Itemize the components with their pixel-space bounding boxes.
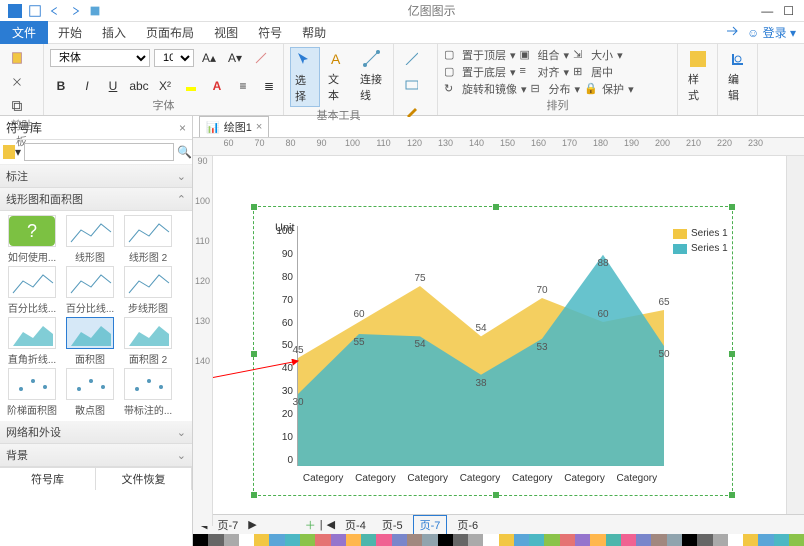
- size-icon[interactable]: ⇲: [573, 48, 587, 62]
- gallery-thumb[interactable]: 直角折线...: [4, 317, 60, 366]
- paste-icon[interactable]: [6, 47, 28, 69]
- gallery-thumb[interactable]: 百分比线...: [4, 266, 60, 315]
- style-button[interactable]: 样式: [684, 47, 712, 105]
- font-color-button[interactable]: A: [206, 75, 228, 97]
- strike-button[interactable]: abc: [128, 75, 150, 97]
- chart-legend: Series 1 Series 1: [673, 228, 800, 258]
- ribbon: 剪贴板 宋体 10 A▴ A▾ B I U abc X² A ≡ ≣ 字体: [0, 44, 804, 116]
- menu-tab-help[interactable]: 帮助: [292, 21, 336, 44]
- protect-icon[interactable]: 🔒: [584, 82, 598, 96]
- clear-format-icon[interactable]: [250, 47, 272, 69]
- align-button[interactable]: ≣: [258, 75, 280, 97]
- symbol-library-panel: 符号库 × ▾ 🔍 标注⌄ 线形图和面积图⌃ ?如何使用...线形图线形图 2百…: [0, 116, 193, 546]
- canvas[interactable]: Unit 0102030405060708090100 456075547060…: [213, 156, 804, 514]
- line-tool-icon[interactable]: [400, 47, 422, 69]
- increase-font-icon[interactable]: A▴: [198, 47, 220, 69]
- sidebar-title: 符号库: [6, 119, 42, 136]
- doc-icon: 📊: [206, 121, 220, 134]
- share-icon[interactable]: [725, 24, 739, 41]
- gallery-thumb[interactable]: 散点图: [62, 368, 118, 417]
- bullets-button[interactable]: ≡: [232, 75, 254, 97]
- arrange-group-label: 排列: [444, 97, 671, 113]
- rotate-icon[interactable]: ↻: [444, 82, 458, 96]
- page-nav-first[interactable]: ◀: [327, 518, 335, 531]
- section-network[interactable]: 网络和外设⌄: [0, 421, 192, 444]
- menu-tab-view[interactable]: 视图: [204, 21, 248, 44]
- menu-tab-start[interactable]: 开始: [48, 21, 92, 44]
- color-strip[interactable]: [193, 534, 804, 546]
- gallery-thumb[interactable]: 带标注的...: [120, 368, 176, 417]
- right-toolstrip[interactable]: [786, 156, 804, 514]
- login-button[interactable]: ☺ 登录 ▾: [747, 24, 796, 41]
- shape-tool-icon[interactable]: [400, 73, 422, 95]
- center-icon[interactable]: ⊞: [573, 65, 587, 79]
- section-background[interactable]: 背景⌄: [0, 444, 192, 467]
- app-title: 亿图图示: [102, 2, 761, 19]
- font-group-label: 字体: [50, 97, 277, 113]
- qat-more-icon[interactable]: [88, 4, 102, 18]
- edit-button[interactable]: 编辑: [724, 47, 752, 105]
- ruler-vertical: 90100110120130140: [193, 156, 213, 526]
- svg-text:A: A: [331, 51, 341, 67]
- underline-button[interactable]: U: [102, 75, 124, 97]
- send-back-icon[interactable]: ▢: [444, 65, 458, 79]
- gallery-thumb[interactable]: ?如何使用...: [4, 215, 60, 264]
- search-input[interactable]: [24, 143, 174, 161]
- highlight-button[interactable]: [180, 75, 202, 97]
- save-icon[interactable]: [28, 4, 42, 18]
- title-bar: 亿图图示 — ☐: [0, 0, 804, 22]
- align-icon[interactable]: ≡: [520, 65, 534, 79]
- gallery-thumb[interactable]: 阶梯面积图: [4, 368, 60, 417]
- undo-icon[interactable]: [48, 4, 62, 18]
- ruler-horizontal: 6070809010011012013014015016017018019020…: [193, 138, 804, 156]
- decrease-font-icon[interactable]: A▾: [224, 47, 246, 69]
- add-page-icon[interactable]: ＋: [305, 517, 316, 533]
- select-tool[interactable]: 选择: [290, 47, 320, 107]
- close-tab-icon[interactable]: ×: [256, 121, 262, 133]
- page-tabs: ◀ 页-7 ▶ ＋ | ◀ 页-4 页-5 页-7 页-6: [193, 514, 804, 534]
- area-chart[interactable]: Unit 0102030405060708090100 456075547060…: [263, 226, 663, 466]
- menu-tab-symbol[interactable]: 符号: [248, 21, 292, 44]
- page-nav-next[interactable]: ▶: [248, 518, 256, 531]
- gallery-thumb[interactable]: 线形图 2: [120, 215, 176, 264]
- app-icon: [8, 4, 22, 18]
- cut-icon[interactable]: [6, 71, 28, 93]
- section-callouts[interactable]: 标注⌄: [0, 165, 192, 188]
- font-family-select[interactable]: 宋体: [50, 49, 150, 67]
- maximize-icon[interactable]: ☐: [783, 4, 794, 18]
- library-dropdown-icon[interactable]: ▾: [3, 143, 21, 161]
- bring-front-icon[interactable]: ▢: [444, 48, 458, 62]
- menu-tab-insert[interactable]: 插入: [92, 21, 136, 44]
- bottom-tab-library[interactable]: 符号库: [0, 468, 96, 490]
- gallery-thumb[interactable]: 面积图 2: [120, 317, 176, 366]
- font-size-select[interactable]: 10: [154, 49, 194, 67]
- connector-tool[interactable]: 连接线: [356, 47, 387, 105]
- redo-icon[interactable]: [68, 4, 82, 18]
- chart-ylabel: Unit: [275, 222, 295, 234]
- sidebar-close-icon[interactable]: ×: [179, 121, 186, 135]
- menu-tab-layout[interactable]: 页面布局: [136, 21, 204, 44]
- bold-button[interactable]: B: [50, 75, 72, 97]
- minimize-icon[interactable]: —: [761, 4, 773, 18]
- gallery-thumb[interactable]: 步线形图: [120, 266, 176, 315]
- annotation-arrow: [213, 356, 303, 396]
- distribute-icon[interactable]: ⊟: [531, 82, 545, 96]
- italic-button[interactable]: I: [76, 75, 98, 97]
- document-tab[interactable]: 📊 绘图1 ×: [199, 116, 269, 137]
- copy-icon[interactable]: [6, 95, 28, 117]
- menu-bar: 文件 开始 插入 页面布局 视图 符号 帮助 ☺ 登录 ▾: [0, 22, 804, 44]
- text-tool[interactable]: A 文本: [324, 47, 352, 105]
- canvas-area: 📊 绘图1 × 60708090100110120130140150160170…: [193, 116, 804, 546]
- gallery-thumb[interactable]: 面积图: [62, 317, 118, 366]
- file-menu[interactable]: 文件: [0, 21, 48, 44]
- search-icon[interactable]: 🔍: [177, 143, 192, 161]
- group-icon[interactable]: ▣: [520, 48, 534, 62]
- section-line-area[interactable]: 线形图和面积图⌃: [0, 188, 192, 211]
- gallery-thumb[interactable]: 百分比线...: [62, 266, 118, 315]
- bottom-tab-recovery[interactable]: 文件恢复: [96, 468, 192, 490]
- superscript-button[interactable]: X²: [154, 75, 176, 97]
- gallery-thumb[interactable]: 线形图: [62, 215, 118, 264]
